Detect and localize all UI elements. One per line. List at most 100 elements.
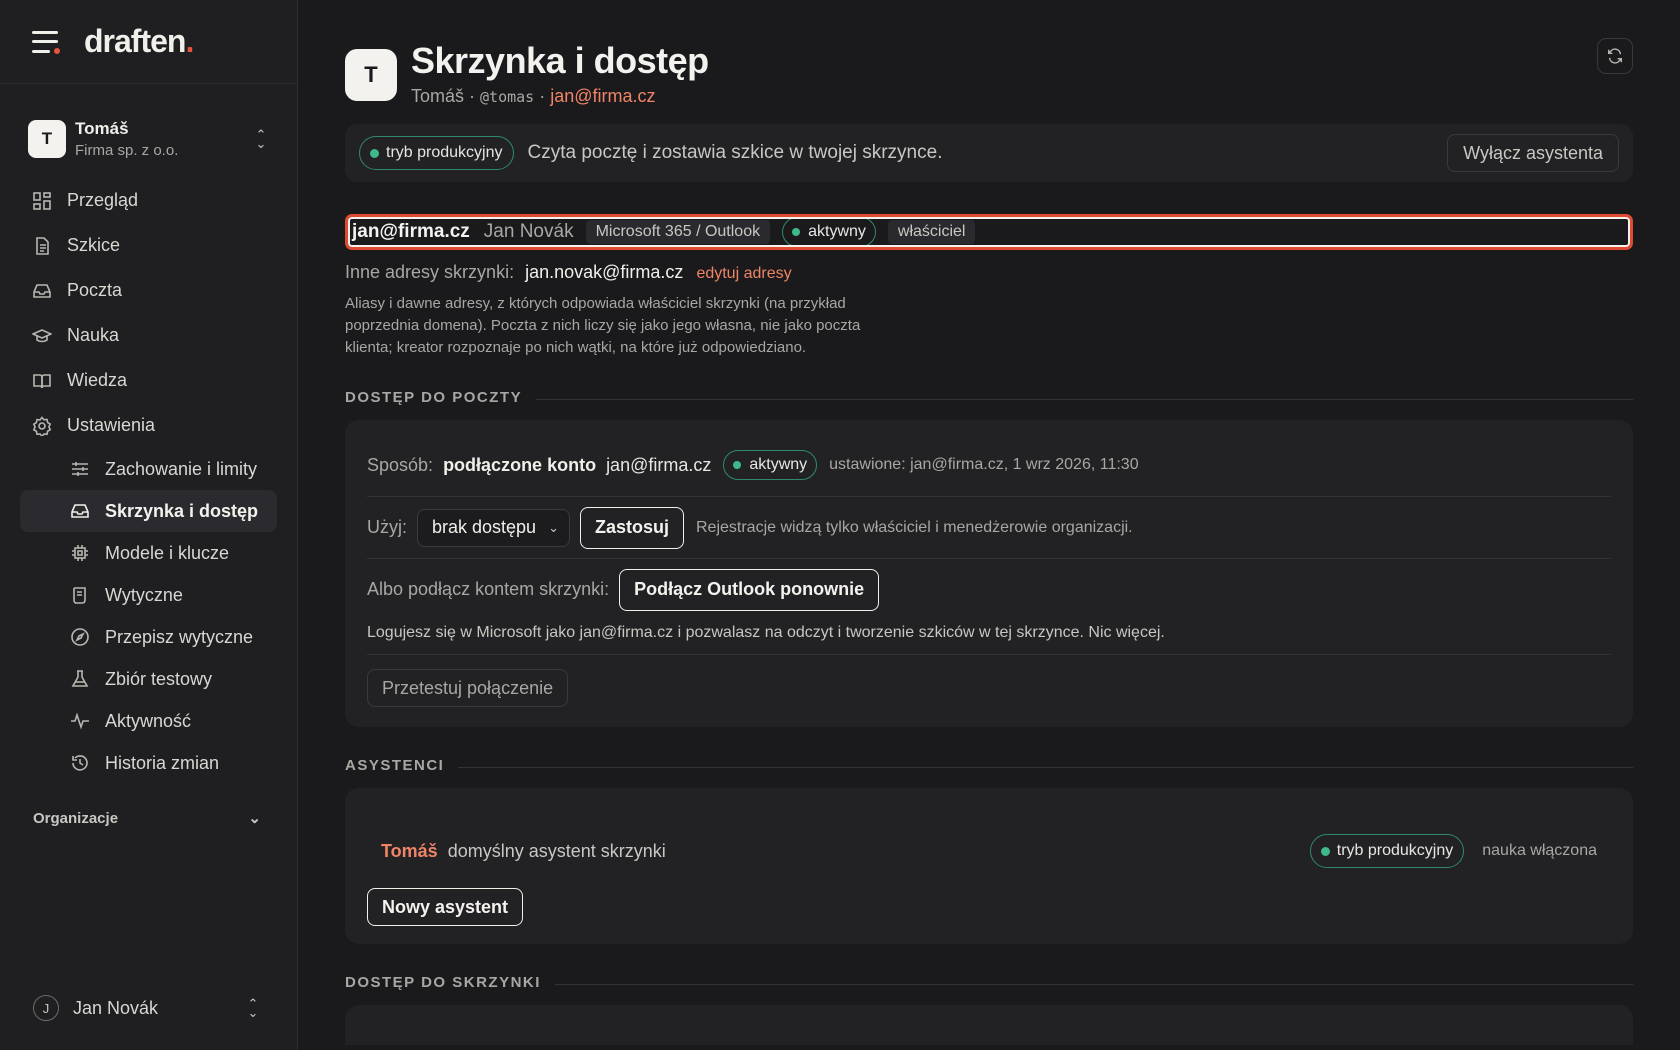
mode-badge: tryb produkcyjny [1309, 834, 1465, 868]
method-label: Sposób: [367, 454, 434, 475]
chip-icon [72, 545, 88, 561]
main-nav: Przegląd Szkice Poczta Nauka Wiedza Usta… [0, 178, 297, 784]
use-label: Użyj: [367, 517, 407, 537]
method-row: Sposób: podłączone konto jan@firma.cz ak… [367, 434, 1611, 496]
owner-handle: @tomas [480, 88, 535, 106]
organizations-label: Organizacje [33, 809, 119, 827]
assistants-card: Tomáš domyślny asystent skrzynki tryb pr… [345, 788, 1633, 944]
access-select[interactable]: brak dostępu ⌄ [417, 508, 570, 547]
role-badge: właściciel [887, 220, 976, 244]
section-header: DOSTĘP DO SKRZYNKI [345, 974, 1633, 991]
owner-email-link[interactable]: jan@firma.cz [550, 86, 655, 106]
divider [536, 398, 1633, 400]
separator: · [534, 86, 551, 106]
page-title: Skrzynka i dostęp [411, 40, 709, 81]
divider [554, 983, 1633, 985]
use-note: Rejestracje widzą tylko właściciel i men… [696, 518, 1133, 536]
use-row: Użyj: brak dostępu ⌄ Zastosuj Rejestracje… [367, 496, 1611, 558]
section-header: DOSTĘP DO POCZTY [345, 389, 1633, 406]
status-badge: aktywny [723, 450, 818, 480]
logo[interactable]: draften. [84, 23, 194, 60]
chevron-down-icon: ⌄ [248, 810, 261, 827]
connect-label: Albo podłącz kontem skrzynki: [367, 579, 610, 599]
aliases-note: Aliasy i dawne adresy, z których odpowia… [345, 295, 861, 356]
sliders-icon [72, 462, 88, 476]
account-row[interactable]: jan@firma.cz Jan Novák Microsoft 365 / O… [345, 214, 1633, 250]
reconnect-outlook-button[interactable]: Podłącz Outlook ponownie [619, 568, 880, 611]
status-banner: tryb produkcyjny Czyta pocztę i zostawia… [345, 124, 1633, 182]
org-company: Firma sp. z o.o. [75, 142, 179, 159]
account-name: Jan Novák [483, 221, 574, 242]
separator: · [464, 86, 481, 106]
learning-status: nauka włączona [1482, 842, 1597, 859]
avatar: T [345, 49, 397, 101]
document-icon [36, 236, 49, 255]
nav-item-label: Wiedza [67, 370, 128, 390]
organizations-toggle[interactable]: Organizacje ⌄ [0, 800, 297, 836]
apply-button[interactable]: Zastosuj [579, 506, 684, 549]
section-header: ASYSTENCI [345, 757, 1633, 774]
chevron-down-icon: ⌄ [548, 519, 559, 535]
refresh-button[interactable] [1597, 38, 1633, 74]
sidebar-item-zbior[interactable]: Zbiór testowy [20, 658, 277, 700]
owner-name: Tomáš [411, 86, 465, 106]
sidebar-item-label: Skrzynka i dostęp [105, 500, 259, 521]
disable-assistant-button[interactable]: Wyłącz asystenta [1447, 134, 1619, 172]
divider [458, 766, 1633, 768]
sidebar-item-zachowanie[interactable]: Zachowanie i limity [20, 448, 277, 490]
sidebar-item-wytyczne[interactable]: Wytyczne [20, 574, 277, 616]
sidebar-item-label: Aktywność [105, 710, 192, 731]
inbox-icon [33, 283, 51, 298]
org-name: Tomáš [75, 119, 129, 138]
nav-item-szkice[interactable]: Szkice [0, 223, 297, 268]
compass-icon [71, 628, 89, 646]
avatar: J [33, 995, 59, 1021]
logo-text: draften [84, 23, 186, 59]
mode-label: tryb produkcyjny [386, 144, 503, 161]
status-label: aktywny [749, 456, 808, 473]
assistant-row[interactable]: Tomáš domyślny asystent skrzynki tryb pr… [367, 802, 1611, 868]
nav-item-label: Ustawienia [67, 415, 156, 435]
nav-item-wiedza[interactable]: Wiedza [0, 358, 297, 403]
status-dot-icon [370, 148, 379, 158]
gear-icon [32, 415, 52, 436]
status-dot-icon [1320, 846, 1330, 856]
alias-value: jan.novak@firma.cz [525, 262, 684, 282]
connect-description: Logujesz się w Microsoft jako jan@firma.… [367, 620, 1611, 655]
sidebar-item-skrzynka[interactable]: Skrzynka i dostęp [20, 490, 277, 532]
status-dot-icon [792, 228, 801, 236]
sidebar-item-label: Modele i klucze [105, 542, 230, 563]
org-switcher[interactable]: T Tomáš Firma sp. z o.o. ⌃ ⌄ [0, 114, 297, 164]
mailbox-access-card [345, 1005, 1633, 1045]
status-badge: aktywny [782, 217, 876, 247]
nav-item-ustawienia[interactable]: Ustawienia [0, 403, 297, 448]
scroll-icon [73, 587, 86, 604]
provider-badge: Microsoft 365 / Outlook [585, 220, 771, 244]
new-assistant-button[interactable]: Nowy asystent [367, 888, 524, 926]
section-title: ASYSTENCI [345, 757, 445, 774]
menu-icon[interactable] [32, 30, 60, 54]
sidebar-item-modele[interactable]: Modele i klucze [20, 532, 277, 574]
sidebar-item-label: Przepisz wytyczne [105, 626, 254, 647]
chevron-up-down-icon: ⌃ ⌄ [247, 996, 259, 1020]
activity-icon [71, 712, 89, 730]
nav-item-label: Przegląd [67, 190, 139, 210]
chevron-up-down-icon: ⌃ ⌄ [255, 127, 267, 151]
sidebar-item-label: Zbiór testowy [105, 668, 213, 689]
sidebar-item-historia[interactable]: Historia zmian [20, 742, 277, 784]
select-value: brak dostępu [432, 517, 537, 537]
sidebar-item-przepisz[interactable]: Przepisz wytyczne [20, 616, 277, 658]
method-account: jan@firma.cz [606, 454, 712, 475]
test-connection-button[interactable]: Przetestuj połączenie [367, 669, 569, 707]
nav-item-poczta[interactable]: Poczta [0, 268, 297, 313]
assistant-name: Tomáš [381, 840, 438, 861]
aliases-label: Inne adresy skrzynki: [345, 262, 515, 282]
section-title: DOSTĘP DO POCZTY [345, 389, 523, 406]
nav-item-przeglad[interactable]: Przegląd [0, 178, 297, 223]
sidebar-item-aktywnosc[interactable]: Aktywność [20, 700, 277, 742]
status-label: aktywny [808, 223, 866, 240]
nav-item-nauka[interactable]: Nauka [0, 313, 297, 358]
user-menu[interactable]: J Jan Novák ⌃ ⌄ [0, 988, 297, 1028]
edit-aliases-link[interactable]: edytuj adresy [696, 265, 791, 282]
sidebar-item-label: Wytyczne [105, 584, 183, 605]
